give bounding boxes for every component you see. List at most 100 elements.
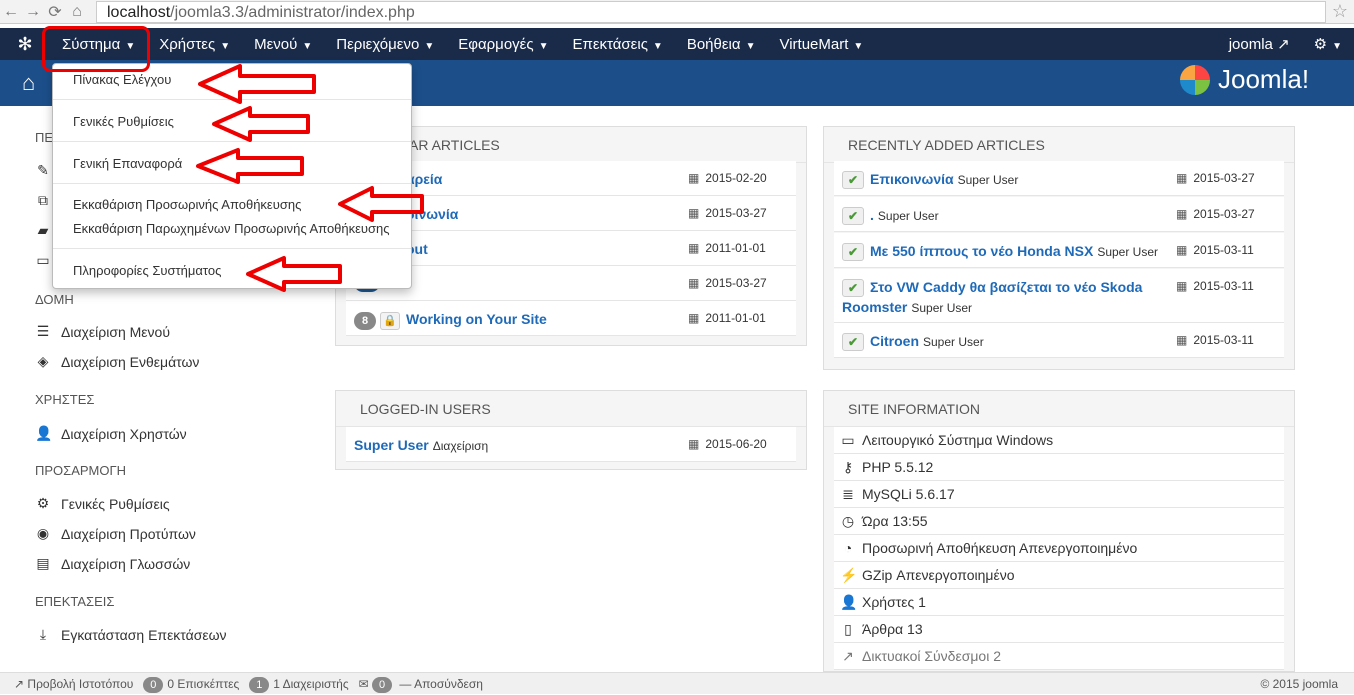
browser-toolbar: ← → ⟳ ⌂ localhost/joomla3.3/administrato… — [0, 0, 1354, 24]
sidebar-item-label: Διαχείριση Χρηστών — [61, 425, 187, 442]
article-entry: ✔. Super User — [842, 207, 939, 226]
sidebar-partial-icon-3[interactable]: ▰ — [35, 222, 51, 239]
menu-item-clear-cache[interactable]: Εκκαθάριση Προσωρινής Αποθήκευσης — [73, 197, 301, 212]
list-icon: ☰ — [36, 323, 50, 339]
calendar-icon: ▦ — [1176, 171, 1188, 185]
published-check-icon[interactable]: ✔ — [842, 333, 864, 352]
admins-label: 1 Διαχειριστής — [273, 677, 349, 691]
logout-link[interactable]: — Αποσύνδεση — [399, 677, 483, 691]
article-link[interactable]: Επικοινωνία — [870, 171, 954, 187]
article-entry: ✔ Στο VW Caddy θα βασίζεται το νέο Skoda — [842, 279, 1142, 298]
address-bar[interactable]: localhost/joomla3.3/administrator/index.… — [96, 0, 1326, 23]
clock-icon: ◷ — [841, 513, 855, 529]
user-link[interactable]: Super User — [354, 437, 429, 453]
calendar-icon: ▦ — [688, 311, 700, 325]
article-link[interactable]: Working on Your Site — [406, 311, 547, 327]
menu-extensions[interactable]: Επεκτάσεις ▼ — [560, 36, 674, 53]
panel-title: SITE INFORMATION — [824, 391, 1294, 427]
menu-item-global-config[interactable]: Γενικές Ρυθμίσεις — [73, 114, 174, 129]
users-icon: 👤 — [840, 594, 858, 610]
date-cell: ▦ 2015-06-20 — [688, 437, 767, 451]
published-check-icon[interactable]: ✔ — [842, 279, 864, 298]
dashboard-icon: ◔ — [843, 540, 853, 556]
annotation-arrow-icon — [196, 148, 304, 184]
caret-down-icon: ▼ — [220, 40, 231, 52]
info-row: ⚷ PHP 5.5.12 — [834, 454, 1284, 481]
external-link-icon: ↗ — [14, 677, 25, 691]
menu-content[interactable]: Περιεχόμενο ▼ — [324, 36, 446, 53]
eye-icon: ◉ — [36, 525, 50, 541]
info-text: Δικτυακοί Σύνδεσμοι 2 — [862, 648, 1001, 664]
published-check-icon[interactable]: ✔ — [842, 207, 864, 226]
calendar-icon: ▦ — [1176, 243, 1188, 257]
annotation-arrow-icon — [212, 106, 310, 142]
mail-icon[interactable]: ✉ — [359, 677, 369, 691]
menu-item-system-information[interactable]: Πληροφορίες Συστήματος — [73, 263, 221, 278]
info-row: ◔ Προσωρινή Αποθήκευση Απενεργοποιημένο — [834, 535, 1284, 562]
flash-icon: ⚡ — [840, 567, 858, 583]
calendar-icon: ▦ — [688, 171, 700, 185]
menu-users[interactable]: Χρήστες ▼ — [147, 36, 242, 53]
info-text: GZip Απενεργοποιημένο — [862, 567, 1015, 583]
settings-menu[interactable]: ⚙ ▼ — [1302, 35, 1354, 53]
info-text: Άρθρα 13 — [862, 621, 923, 637]
sidebar-partial-icon-2[interactable]: ⧉ — [35, 192, 51, 209]
sidebar-item-modules[interactable]: ◈ Διαχείριση Ενθεμάτων — [35, 353, 200, 370]
menu-menus[interactable]: Μενού ▼ — [242, 36, 324, 53]
sidebar-item-menus[interactable]: ☰ Διαχείριση Μενού — [35, 323, 170, 340]
user-link[interactable]: joomla ↗ — [1217, 35, 1302, 53]
menu-divider — [53, 248, 411, 249]
article-link[interactable]: . — [870, 207, 874, 223]
reload-icon[interactable]: ⟳ — [44, 2, 66, 22]
bookmark-star-icon[interactable]: ☆ — [1326, 1, 1354, 22]
table-row: ✔ Citroen Super User ▦ 2015-03-11 — [834, 323, 1284, 358]
sidebar-item-languages[interactable]: ▤ Διαχείριση Γλωσσών — [35, 555, 190, 572]
date-cell: ▦ 2011-01-01 — [688, 241, 766, 255]
home-icon[interactable]: ⌂ — [66, 3, 88, 21]
date-text: 2015-03-27 — [705, 206, 767, 220]
view-site-link[interactable]: ↗ Προβολή Ιστοτόπου — [14, 677, 133, 691]
info-row: ◷ Ώρα 13:55 — [834, 508, 1284, 535]
forward-icon[interactable]: → — [22, 3, 44, 21]
user-entry: Super User Διαχείριση — [354, 437, 488, 453]
date-text: 2011-01-01 — [705, 241, 766, 255]
info-row: 👤 Χρήστες 1 — [834, 589, 1284, 616]
article-link[interactable]: Roomster — [842, 299, 907, 315]
sidebar-partial-icon-4[interactable]: ▭ — [35, 252, 51, 269]
published-check-icon[interactable]: ✔ — [842, 171, 864, 190]
sidebar-item-templates[interactable]: ◉ Διαχείριση Προτύπων — [35, 525, 196, 542]
back-icon[interactable]: ← — [0, 3, 22, 21]
sidebar-group-extensions: ΕΠΕΚΤΑΣΕΙΣ — [35, 594, 115, 609]
info-text: Ώρα 13:55 — [862, 513, 928, 529]
home-dashboard-icon[interactable]: ⌂ — [22, 70, 35, 96]
comments-icon: ▤ — [36, 555, 50, 571]
monitor-icon: ▭ — [841, 432, 855, 448]
article-link[interactable]: Στο VW Caddy θα βασίζεται το νέο Skoda — [870, 279, 1142, 295]
date-text: 2011-01-01 — [705, 311, 766, 325]
date-text: 2015-03-11 — [1193, 243, 1254, 257]
table-row: ✔. Super User ▦ 2015-03-27 — [834, 197, 1284, 232]
panel-title-text: AR ARTICLES — [409, 137, 500, 153]
sidebar-item-install[interactable]: ⤓ Εγκατάσταση Επεκτάσεων — [35, 626, 227, 643]
sidebar-group-configuration: ΠΡΟΣΑΡΜΟΓΗ — [35, 463, 127, 478]
sidebar-item-users[interactable]: 👤 Διαχείριση Χρηστών — [35, 425, 187, 442]
sidebar-item-global-config[interactable]: ⚙ Γενικές Ρυθμίσεις — [35, 495, 170, 512]
published-check-icon[interactable]: ✔ — [842, 243, 864, 262]
calendar-icon: ▦ — [688, 437, 700, 451]
annotation-arrow-icon — [198, 64, 316, 104]
menu-item-global-checkin[interactable]: Γενική Επαναφορά — [73, 156, 182, 171]
menu-item-control-panel[interactable]: Πίνακας Ελέγχου — [73, 72, 171, 87]
menu-components[interactable]: Εφαρμογές ▼ — [446, 36, 560, 53]
sidebar-partial-icon-1[interactable]: ✎ — [35, 162, 51, 179]
menu-menus-label: Μενού — [254, 35, 298, 53]
info-row: ⚡ GZip Απενεργοποιημένο — [834, 562, 1284, 589]
menu-virtuemart[interactable]: VirtueMart ▼ — [767, 36, 875, 53]
date-cell: ▦ 2015-03-27 — [688, 206, 767, 220]
article-link[interactable]: Με 550 ίππους το νέο Honda NSX — [870, 243, 1093, 259]
date-text: 2015-03-27 — [705, 276, 767, 290]
menu-help[interactable]: Βοήθεια ▼ — [675, 36, 768, 53]
sidebar-group-users: ΧΡΗΣΤΕΣ — [35, 392, 95, 407]
article-entry: ✔ Με 550 ίππους το νέο Honda NSX Super Use… — [842, 243, 1158, 262]
article-link[interactable]: Citroen — [870, 333, 919, 349]
link-icon: ↗ — [842, 648, 854, 664]
